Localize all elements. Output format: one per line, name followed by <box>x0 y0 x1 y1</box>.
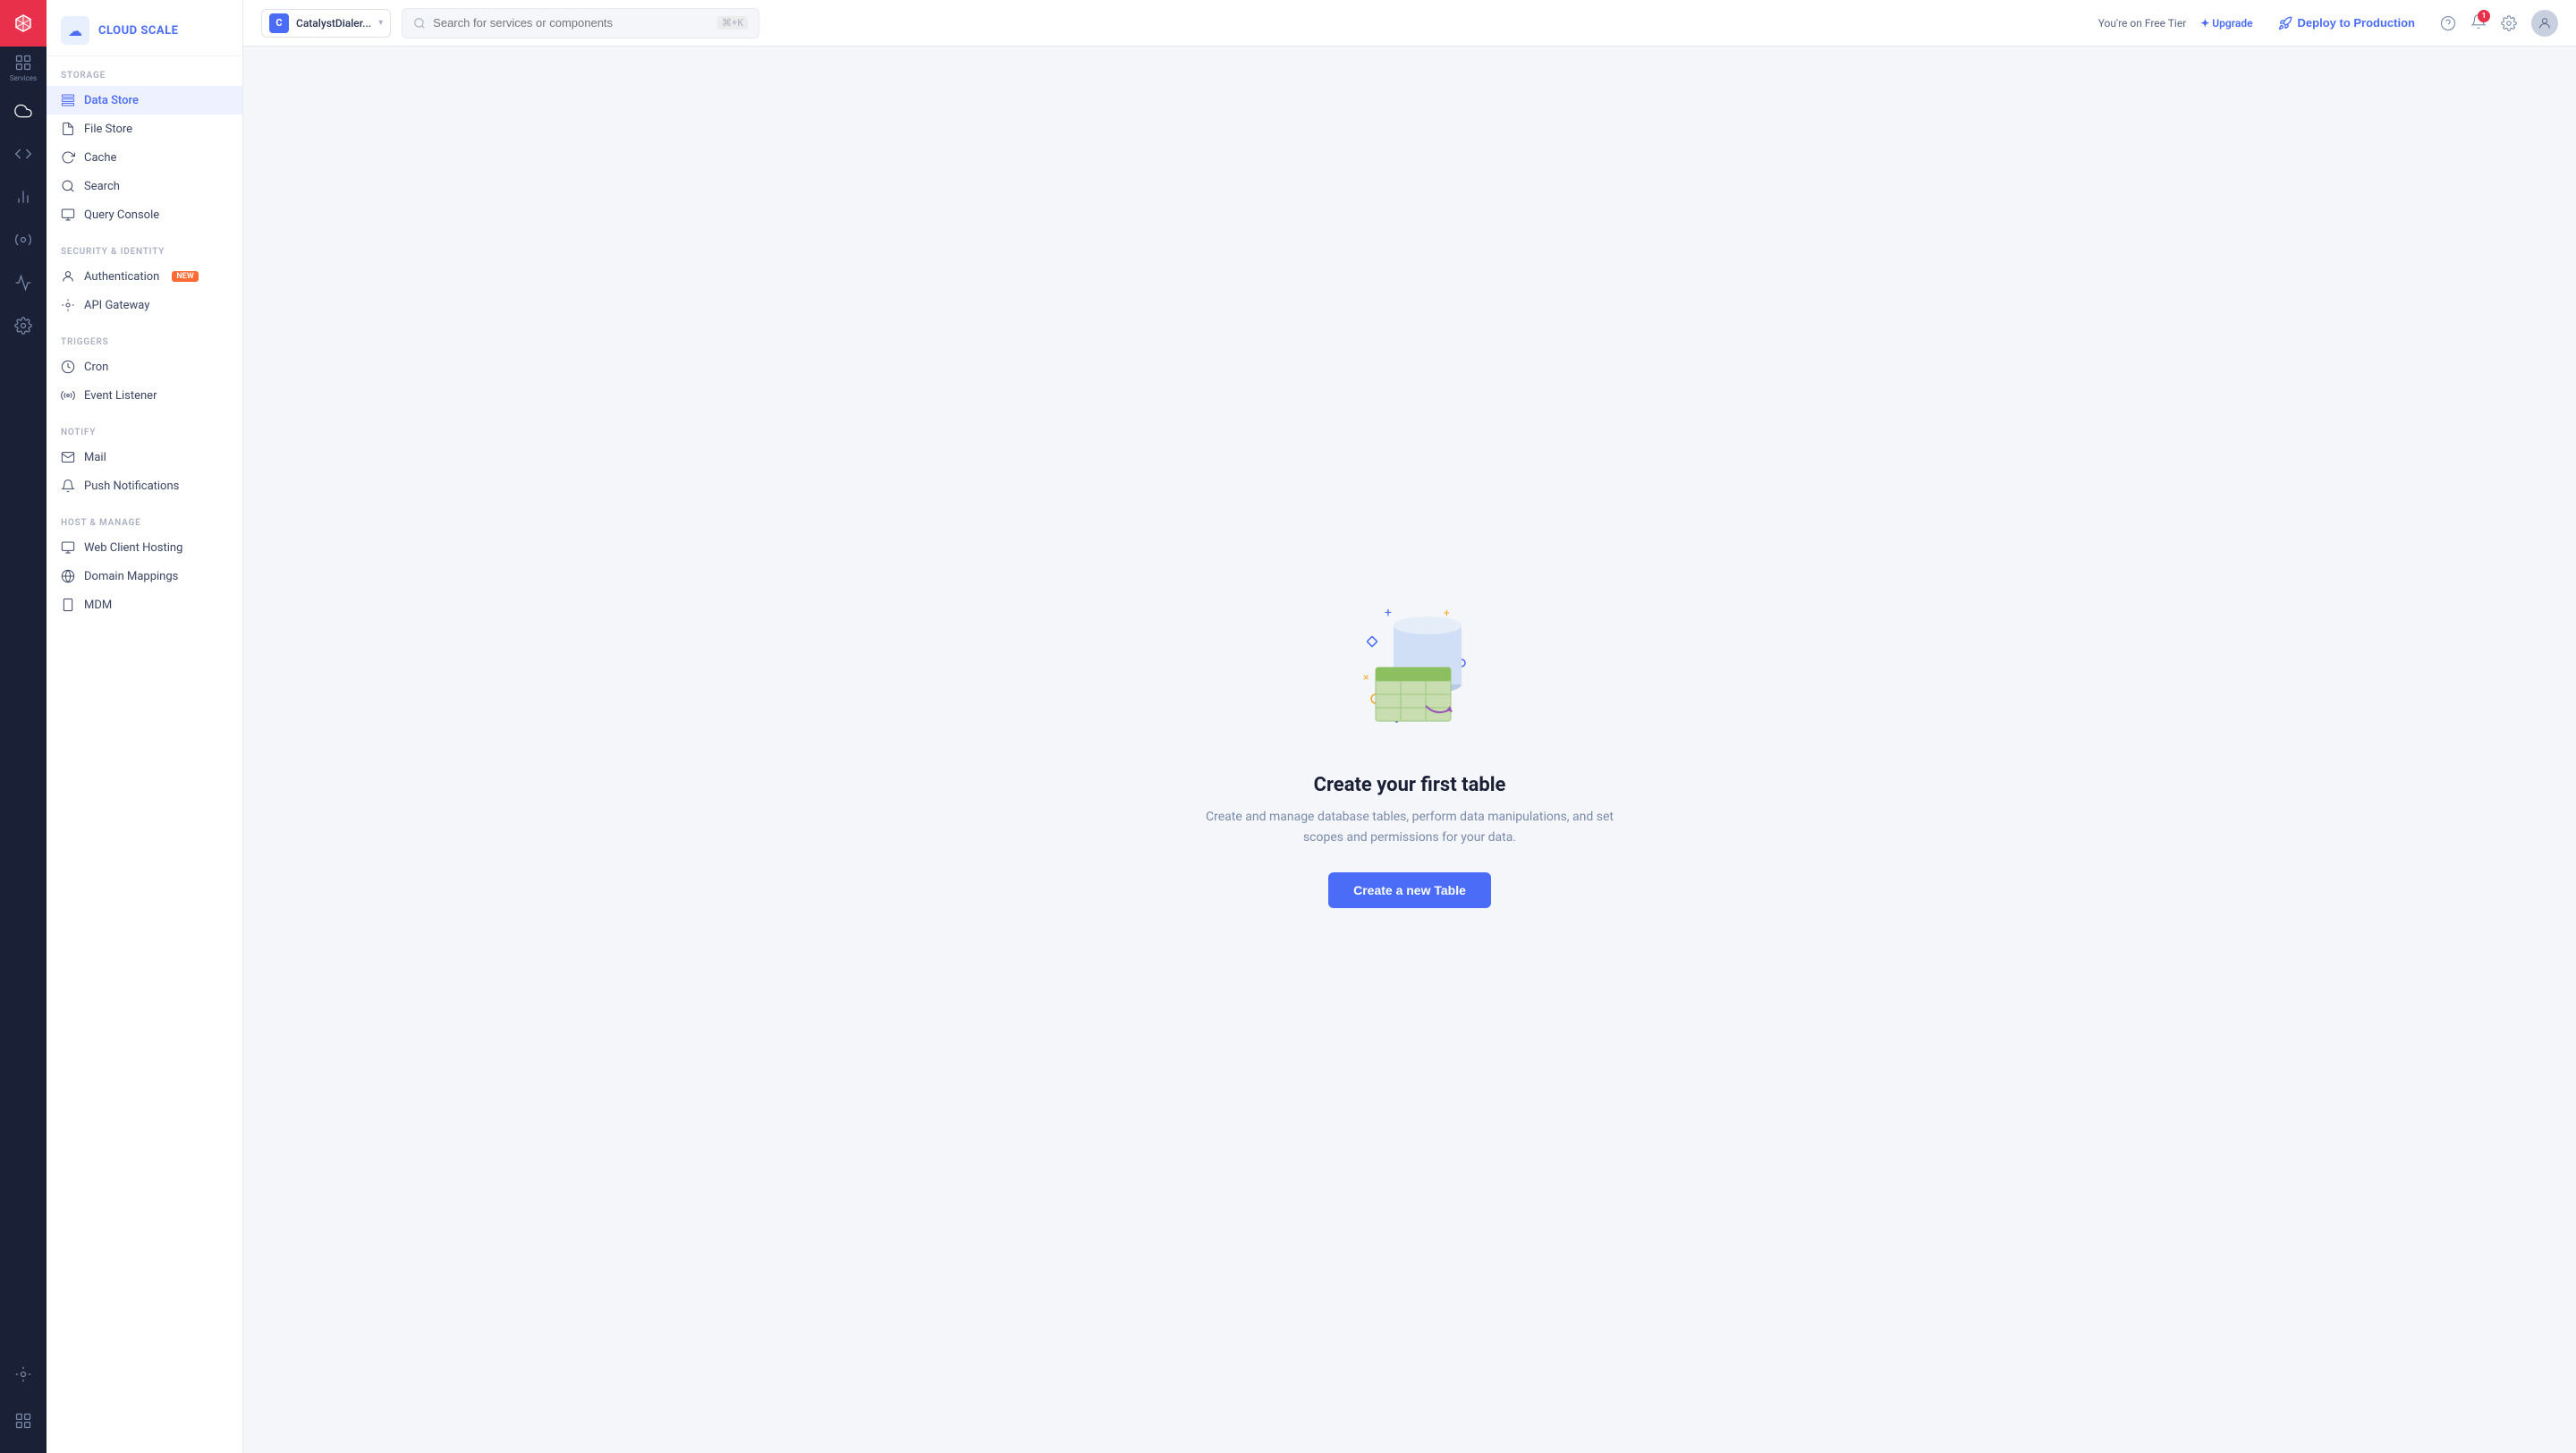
sidebar-item-data-store[interactable]: Data Store <box>47 86 242 115</box>
user-avatar[interactable] <box>2531 10 2558 37</box>
svg-text:+: + <box>1444 607 1450 619</box>
svg-text:+: + <box>1385 606 1392 620</box>
global-search-bar[interactable]: ⌘+K <box>402 8 759 38</box>
notify-section: NOTIFY Mail Push Notifications <box>47 413 242 504</box>
rocket-icon <box>2278 16 2292 30</box>
rail-item-cloud[interactable] <box>0 89 47 132</box>
empty-state-title: Create your first table <box>1314 774 1506 796</box>
rail-item-analytics[interactable] <box>0 175 47 218</box>
settings-icon[interactable] <box>2501 15 2517 31</box>
search-label: Search <box>84 180 120 193</box>
api-gateway-label: API Gateway <box>84 299 149 312</box>
search-shortcut: ⌘+K <box>717 16 748 30</box>
deploy-button[interactable]: Deploy to Production <box>2267 11 2426 36</box>
query-console-label: Query Console <box>84 208 159 222</box>
sidebar-item-mail[interactable]: Mail <box>47 443 242 472</box>
upgrade-button[interactable]: ✦ Upgrade <box>2200 17 2252 30</box>
sidebar-item-push-notifications[interactable]: Push Notifications <box>47 472 242 500</box>
empty-state-description: Create and manage database tables, perfo… <box>1195 807 1624 847</box>
illustration: + + × <box>1320 591 1499 752</box>
authentication-label: Authentication <box>84 270 159 284</box>
empty-state: + + × <box>1177 556 1642 944</box>
notify-section-label: NOTIFY <box>47 428 242 443</box>
rail-item-services[interactable]: Services <box>0 47 47 89</box>
sidebar-item-api-gateway[interactable]: API Gateway <box>47 291 242 319</box>
data-store-label: Data Store <box>84 94 139 107</box>
sidebar-item-query-console[interactable]: Query Console <box>47 200 242 229</box>
sidebar-item-cron[interactable]: Cron <box>47 353 242 381</box>
rail-item-integrations[interactable] <box>0 218 47 261</box>
host-manage-section-label: HOST & MANAGE <box>47 518 242 533</box>
deploy-label: Deploy to Production <box>2298 16 2415 30</box>
authentication-new-badge: NEW <box>172 271 198 282</box>
free-tier-text: You're on Free Tier <box>2098 17 2187 30</box>
topbar: C CatalystDialer... ▾ ⌘+K You're on Free… <box>243 0 2576 47</box>
notification-count: 1 <box>2478 10 2490 22</box>
sidebar: ☁ CLOUD SCALE STORAGE Data Store File St… <box>47 0 243 1453</box>
cache-label: Cache <box>84 151 116 165</box>
project-avatar: C <box>269 13 289 33</box>
sidebar-item-web-client-hosting[interactable]: Web Client Hosting <box>47 533 242 562</box>
create-new-table-button[interactable]: Create a new Table <box>1328 872 1491 908</box>
content-area: + + × <box>243 47 2576 1453</box>
security-section: SECURITY & IDENTITY Authentication NEW A… <box>47 233 242 323</box>
security-section-label: SECURITY & IDENTITY <box>47 247 242 262</box>
rail-item-settings[interactable] <box>0 304 47 347</box>
push-notifications-label: Push Notifications <box>84 480 179 493</box>
search-input[interactable] <box>433 9 710 38</box>
triggers-section-label: TRIGGERS <box>47 337 242 353</box>
sidebar-item-domain-mappings[interactable]: Domain Mappings <box>47 562 242 591</box>
project-chevron-icon: ▾ <box>378 18 383 28</box>
file-store-label: File Store <box>84 123 132 136</box>
search-icon <box>413 17 426 30</box>
topbar-right: You're on Free Tier ✦ Upgrade Deploy to … <box>2098 10 2558 37</box>
host-manage-section: HOST & MANAGE Web Client Hosting Domain … <box>47 504 242 623</box>
cron-label: Cron <box>84 361 108 374</box>
sidebar-item-search[interactable]: Search <box>47 172 242 200</box>
project-selector[interactable]: C CatalystDialer... ▾ <box>261 9 391 38</box>
domain-mappings-label: Domain Mappings <box>84 570 178 583</box>
sidebar-header: ☁ CLOUD SCALE <box>47 0 242 56</box>
notifications-button[interactable]: 1 <box>2470 13 2487 33</box>
sidebar-item-authentication[interactable]: Authentication NEW <box>47 262 242 291</box>
sidebar-item-mdm[interactable]: MDM <box>47 591 242 619</box>
cloud-scale-icon: ☁ <box>61 16 89 45</box>
help-icon[interactable] <box>2440 15 2456 31</box>
svg-text:×: × <box>1363 671 1368 684</box>
mail-label: Mail <box>84 451 106 464</box>
storage-section-label: STORAGE <box>47 71 242 86</box>
rail-item-code[interactable] <box>0 132 47 175</box>
icon-rail: Services <box>0 0 47 1453</box>
web-client-hosting-label: Web Client Hosting <box>84 541 182 555</box>
mdm-label: MDM <box>84 599 112 612</box>
sidebar-item-event-listener[interactable]: Event Listener <box>47 381 242 410</box>
triggers-section: TRIGGERS Cron Event Listener <box>47 323 242 413</box>
sidebar-item-cache[interactable]: Cache <box>47 143 242 172</box>
sidebar-item-file-store[interactable]: File Store <box>47 115 242 143</box>
storage-section: STORAGE Data Store File Store Cache <box>47 56 242 233</box>
sidebar-title: CLOUD SCALE <box>98 24 178 38</box>
rail-item-grid[interactable] <box>0 1399 47 1442</box>
rail-logo <box>0 0 47 47</box>
main-wrapper: C CatalystDialer... ▾ ⌘+K You're on Free… <box>243 0 2576 1453</box>
rail-item-monitor[interactable] <box>0 261 47 304</box>
rail-item-tools[interactable] <box>0 1353 47 1396</box>
project-name: CatalystDialer... <box>296 17 371 30</box>
event-listener-label: Event Listener <box>84 389 157 403</box>
